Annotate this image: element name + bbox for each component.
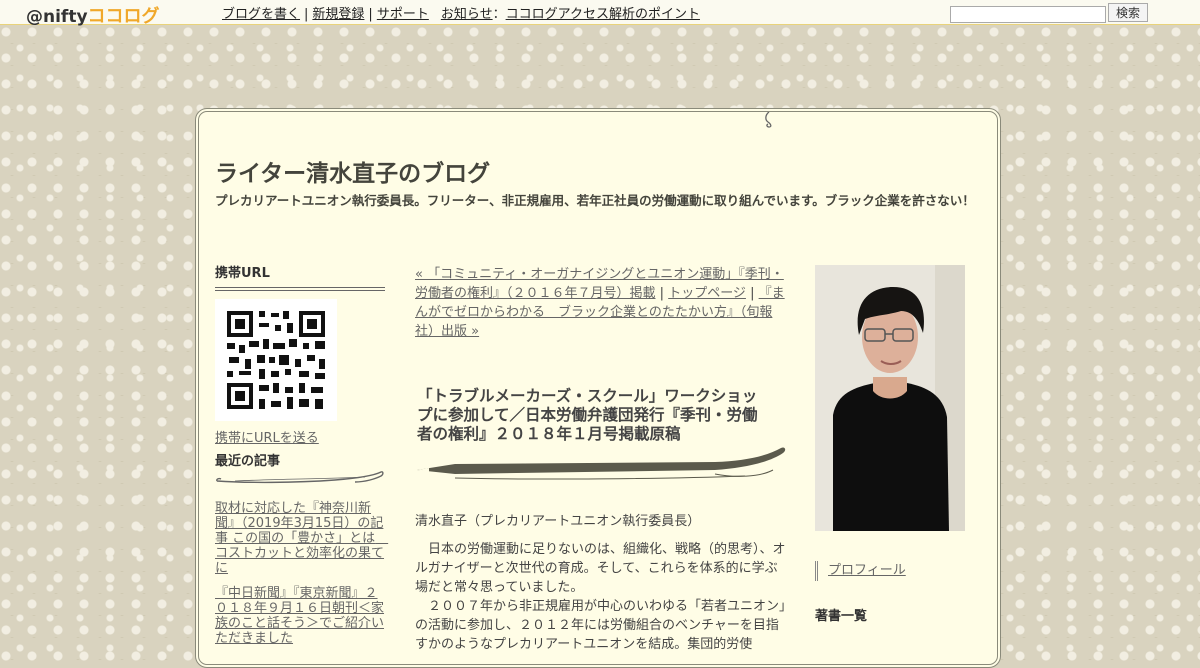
support-link[interactable]: サポート xyxy=(377,7,429,22)
top-search: 検索 xyxy=(950,3,1148,23)
news-label-link[interactable]: お知らせ xyxy=(441,7,493,22)
top-page-link[interactable]: トップページ xyxy=(668,286,746,301)
profile-photo[interactable] xyxy=(815,265,965,531)
nifty-cocolog-logo[interactable]: @niftyココログ xyxy=(26,2,160,27)
blog-title[interactable]: ライター清水直子のブログ xyxy=(215,154,490,188)
recent-post-link[interactable]: 『中日新聞』『東京新聞』２０１８年９月１６日朝刊＜家族のこと話そう＞でご紹介いた… xyxy=(215,586,385,646)
heading-divider xyxy=(215,287,385,291)
send-url-to-mobile-link[interactable]: 携帯にURLを送る xyxy=(215,427,385,446)
entry-paragraph: 日本の労働運動に足りないのは、組織化、戦略（的思考）、オルガナイザーと次世代の育… xyxy=(415,542,786,595)
top-bar: @niftyココログ ブログを書く | 新規登録 | サポート お知らせ：ココログアクセス… xyxy=(0,0,1200,27)
entry-body: 清水直子（プレカリアートユニオン執行委員長） 日本の労働運動に足りないのは、組織… xyxy=(415,512,787,654)
news-item-link[interactable]: ココログアクセス解析のポイント xyxy=(506,7,700,22)
recent-posts-heading: 最近の記事 xyxy=(215,454,281,469)
entry-author-line: 清水直子（プレカリアートユニオン執行委員長） xyxy=(415,514,701,529)
nav-separator: | xyxy=(659,286,665,301)
left-sidebar: 携帯URL 携帯にURLを送る 最近の記事 取材に対応した『神奈川新聞』（201… xyxy=(215,262,388,646)
fountain-pen-divider-icon xyxy=(417,447,786,480)
news-colon: ： xyxy=(492,7,506,22)
recent-post-link[interactable]: 取材に対応した『神奈川新聞』（2019年3月15日）の記事 この国の「豊かさ」と… xyxy=(215,501,388,576)
decorative-swash-icon xyxy=(216,471,384,484)
entry-paragraph: ２００７年から非正規雇用が中心のいわゆる「若者ユニオン」の活動に参加し、２０１２… xyxy=(415,599,786,652)
post-navigation: « 「コミュニティ・オーガナイジングとユニオン運動」『季刊・労働者の権利』（２０… xyxy=(415,265,787,341)
logo-prefix: @nifty xyxy=(26,7,88,27)
register-link[interactable]: 新規登録 xyxy=(312,7,364,22)
logo-brand: ココログ xyxy=(87,6,160,27)
books-heading: 著書一覧 xyxy=(815,609,868,624)
right-sidebar: プロフィール 著書一覧 xyxy=(815,265,985,624)
qr-code-image xyxy=(215,299,337,421)
hanger-hook-icon xyxy=(765,112,772,128)
write-blog-link[interactable]: ブログを書く xyxy=(222,7,300,22)
mobile-url-heading: 携帯URL xyxy=(215,266,270,281)
top-nav: ブログを書く | 新規登録 | サポート お知らせ：ココログアクセス解析のポイント xyxy=(222,7,700,22)
main-content: « 「コミュニティ・オーガナイジングとユニオン運動」『季刊・労働者の権利』（２０… xyxy=(415,265,787,654)
search-button[interactable]: 検索 xyxy=(1108,3,1148,22)
entry-title[interactable]: 「トラブルメーカーズ・スクール」ワークショップに参加して／日本労働弁護団発行『季… xyxy=(415,387,762,444)
search-input[interactable] xyxy=(950,5,1106,23)
blog-description: プレカリアートユニオン執行委員長。フリーター、非正規雇用、若年正社員の労働運動に… xyxy=(215,193,975,208)
nav-separator: | xyxy=(750,286,755,301)
profile-link[interactable]: プロフィール xyxy=(815,561,985,581)
